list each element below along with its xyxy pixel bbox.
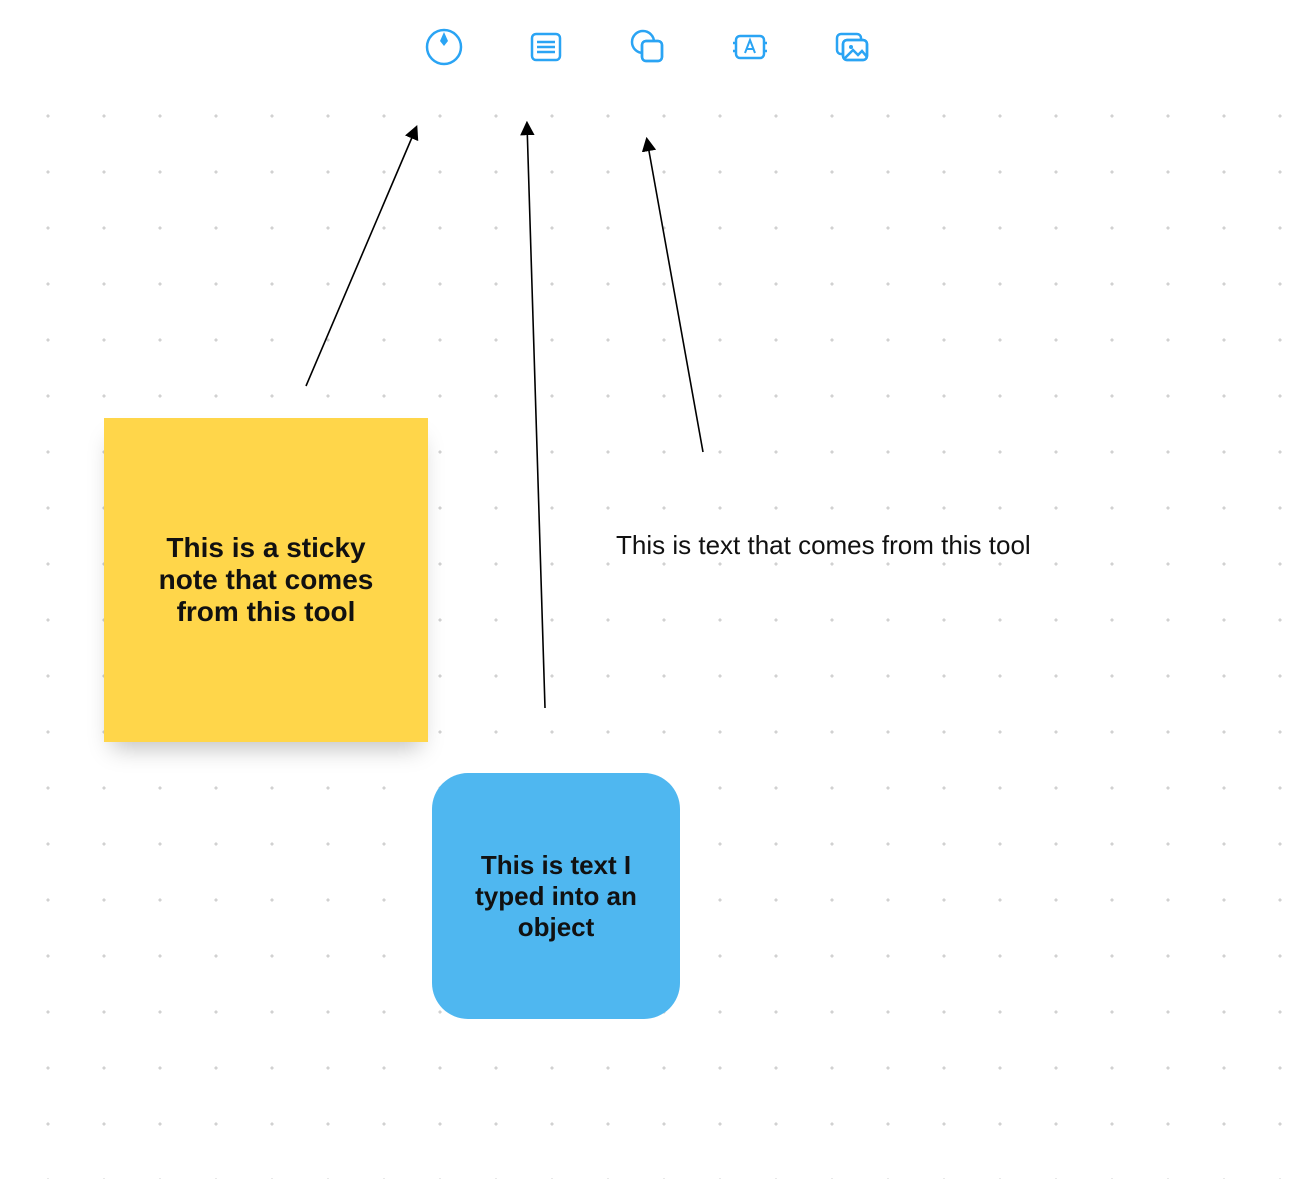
- shape-text: This is text I typed into an object: [456, 850, 656, 943]
- shape-tool-button[interactable]: [627, 26, 669, 68]
- sticky-note-icon: [525, 26, 567, 68]
- image-icon: [831, 26, 873, 68]
- sticky-note-text: This is a sticky note that comes from th…: [134, 532, 398, 628]
- text-block[interactable]: This is text that comes from this tool: [616, 530, 1136, 561]
- sticky-tool-button[interactable]: [525, 26, 567, 68]
- text-icon: [729, 26, 771, 68]
- pen-icon: [423, 26, 465, 68]
- text-block-text: This is text that comes from this tool: [616, 530, 1031, 560]
- rounded-rect-shape[interactable]: This is text I typed into an object: [432, 773, 680, 1019]
- sticky-note[interactable]: This is a sticky note that comes from th…: [104, 418, 428, 742]
- shape-icon: [627, 26, 669, 68]
- pen-tool-button[interactable]: [423, 26, 465, 68]
- text-tool-button[interactable]: [729, 26, 771, 68]
- tool-toolbar: [405, 18, 891, 76]
- image-tool-button[interactable]: [831, 26, 873, 68]
